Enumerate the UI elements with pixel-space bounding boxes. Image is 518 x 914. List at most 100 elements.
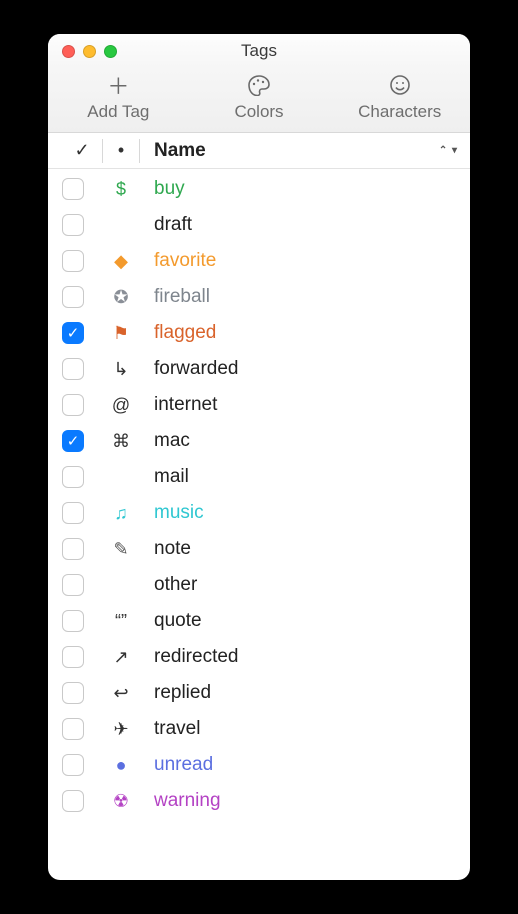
- tag-name[interactable]: quote: [140, 610, 470, 632]
- tag-name[interactable]: mac: [140, 430, 470, 452]
- colors-label: Colors: [234, 102, 283, 122]
- tag-name[interactable]: forwarded: [140, 358, 470, 380]
- column-name-label: Name: [154, 140, 206, 162]
- smiley-icon: [389, 72, 411, 98]
- row-checkbox[interactable]: [62, 394, 84, 416]
- column-name[interactable]: Name ⌃ ▾: [140, 140, 470, 162]
- checkbox-cell: [62, 358, 102, 380]
- characters-button[interactable]: Characters: [329, 72, 470, 122]
- table-row[interactable]: ↳forwarded: [48, 351, 470, 387]
- row-checkbox[interactable]: [62, 538, 84, 560]
- table-row[interactable]: ✪fireball: [48, 279, 470, 315]
- row-checkbox[interactable]: [62, 466, 84, 488]
- add-tag-label: Add Tag: [87, 102, 149, 122]
- zoom-icon[interactable]: [104, 45, 117, 58]
- checkbox-cell: [62, 574, 102, 596]
- pencil-icon: ✎: [102, 539, 140, 560]
- checkbox-cell: [62, 682, 102, 704]
- row-checkbox[interactable]: [62, 286, 84, 308]
- column-icon[interactable]: •: [102, 139, 140, 163]
- command-icon: ⌘: [102, 431, 140, 452]
- tag-name[interactable]: other: [140, 574, 470, 596]
- traffic-lights: [48, 45, 117, 58]
- table-row[interactable]: $buy: [48, 171, 470, 207]
- table-row[interactable]: ↩replied: [48, 675, 470, 711]
- row-checkbox[interactable]: [62, 502, 84, 524]
- table-row[interactable]: other: [48, 567, 470, 603]
- checkbox-cell: [62, 538, 102, 560]
- row-checkbox[interactable]: [62, 214, 84, 236]
- checkbox-cell: [62, 790, 102, 812]
- table-row[interactable]: ◆favorite: [48, 243, 470, 279]
- row-checkbox[interactable]: [62, 646, 84, 668]
- table-row[interactable]: mail: [48, 459, 470, 495]
- table-row[interactable]: @internet: [48, 387, 470, 423]
- tag-name[interactable]: internet: [140, 394, 470, 416]
- tag-name[interactable]: buy: [140, 178, 470, 200]
- star-circle-icon: ✪: [102, 287, 140, 308]
- colors-button[interactable]: Colors: [189, 72, 330, 122]
- row-checkbox[interactable]: [62, 682, 84, 704]
- tag-list[interactable]: $buydraft◆favorite✪fireball✓⚑flagged↳for…: [48, 169, 470, 880]
- flag-icon: ⚑: [102, 323, 140, 344]
- checkbox-cell: [62, 178, 102, 200]
- diamond-icon: ◆: [102, 251, 140, 272]
- row-checkbox[interactable]: [62, 178, 84, 200]
- tag-name[interactable]: draft: [140, 214, 470, 236]
- row-checkbox[interactable]: [62, 250, 84, 272]
- add-tag-button[interactable]: ＋ Add Tag: [48, 72, 189, 122]
- tag-name[interactable]: favorite: [140, 250, 470, 272]
- tag-name[interactable]: flagged: [140, 322, 470, 344]
- row-checkbox[interactable]: [62, 718, 84, 740]
- minimize-icon[interactable]: [83, 45, 96, 58]
- checkbox-cell: [62, 502, 102, 524]
- tag-name[interactable]: unread: [140, 754, 470, 776]
- close-icon[interactable]: [62, 45, 75, 58]
- column-checked[interactable]: ✓: [62, 140, 102, 161]
- dot-icon: ●: [102, 755, 140, 776]
- characters-label: Characters: [358, 102, 441, 122]
- checkbox-cell: [62, 646, 102, 668]
- plus-icon: ＋: [107, 72, 129, 98]
- table-row[interactable]: ●unread: [48, 747, 470, 783]
- checkbox-cell: [62, 466, 102, 488]
- row-checkbox[interactable]: ✓: [62, 430, 84, 452]
- checkbox-cell: ✓: [62, 322, 102, 344]
- tag-name[interactable]: music: [140, 502, 470, 524]
- tag-name[interactable]: replied: [140, 682, 470, 704]
- dollar-icon: $: [102, 179, 140, 200]
- row-checkbox[interactable]: [62, 610, 84, 632]
- table-row[interactable]: ✎note: [48, 531, 470, 567]
- tag-name[interactable]: warning: [140, 790, 470, 812]
- tag-name[interactable]: fireball: [140, 286, 470, 308]
- checkbox-cell: [62, 214, 102, 236]
- checkbox-cell: [62, 754, 102, 776]
- table-row[interactable]: ↗redirected: [48, 639, 470, 675]
- table-row[interactable]: ♫music: [48, 495, 470, 531]
- table-row[interactable]: ✈travel: [48, 711, 470, 747]
- checkbox-cell: [62, 394, 102, 416]
- at-icon: @: [102, 395, 140, 416]
- tag-name[interactable]: mail: [140, 466, 470, 488]
- tag-name[interactable]: note: [140, 538, 470, 560]
- row-checkbox[interactable]: ✓: [62, 322, 84, 344]
- table-row[interactable]: ☢warning: [48, 783, 470, 819]
- titlebar[interactable]: Tags: [48, 34, 470, 68]
- checkbox-cell: [62, 610, 102, 632]
- table-row[interactable]: “”quote: [48, 603, 470, 639]
- row-checkbox[interactable]: [62, 358, 84, 380]
- table-row[interactable]: ✓ ⚑flagged: [48, 315, 470, 351]
- radiation-icon: ☢: [102, 791, 140, 812]
- tag-name[interactable]: travel: [140, 718, 470, 740]
- row-checkbox[interactable]: [62, 574, 84, 596]
- toolbar: ＋ Add Tag Colors: [48, 68, 470, 133]
- checkbox-cell: [62, 718, 102, 740]
- row-checkbox[interactable]: [62, 790, 84, 812]
- redirect-arrow-icon: ↗: [102, 647, 140, 668]
- row-checkbox[interactable]: [62, 754, 84, 776]
- table-row[interactable]: draft: [48, 207, 470, 243]
- tag-name[interactable]: redirected: [140, 646, 470, 668]
- table-row[interactable]: ✓ ⌘mac: [48, 423, 470, 459]
- music-note-icon: ♫: [102, 503, 140, 524]
- airplane-icon: ✈: [102, 719, 140, 740]
